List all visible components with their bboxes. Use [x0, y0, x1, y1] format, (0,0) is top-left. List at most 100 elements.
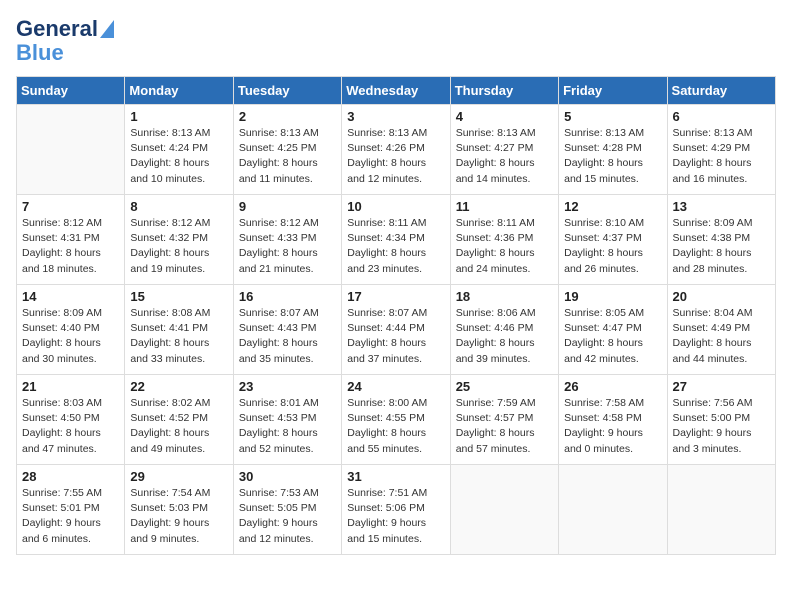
cell-text: Daylight: 8 hours: [130, 156, 227, 171]
cell-text: Daylight: 8 hours: [456, 246, 553, 261]
day-number: 31: [347, 469, 444, 484]
cell-text: Daylight: 9 hours: [347, 516, 444, 531]
cell-text: and 12 minutes.: [347, 172, 444, 187]
cell-text: Daylight: 9 hours: [130, 516, 227, 531]
cell-text: Daylight: 8 hours: [564, 246, 661, 261]
col-header-friday: Friday: [559, 77, 667, 105]
cell-text: Daylight: 8 hours: [239, 336, 336, 351]
cell-text: and 11 minutes.: [239, 172, 336, 187]
calendar-cell: 13Sunrise: 8:09 AMSunset: 4:38 PMDayligh…: [667, 195, 775, 285]
cell-text: and 44 minutes.: [673, 352, 770, 367]
cell-text: and 18 minutes.: [22, 262, 119, 277]
calendar-cell: 26Sunrise: 7:58 AMSunset: 4:58 PMDayligh…: [559, 375, 667, 465]
cell-text: Sunset: 4:34 PM: [347, 231, 444, 246]
cell-text: Sunrise: 8:12 AM: [130, 216, 227, 231]
cell-text: and 49 minutes.: [130, 442, 227, 457]
cell-text: Sunrise: 7:59 AM: [456, 396, 553, 411]
cell-text: and 23 minutes.: [347, 262, 444, 277]
cell-text: and 57 minutes.: [456, 442, 553, 457]
cell-text: and 15 minutes.: [347, 532, 444, 547]
cell-text: Sunset: 4:57 PM: [456, 411, 553, 426]
day-number: 23: [239, 379, 336, 394]
day-number: 13: [673, 199, 770, 214]
calendar-cell: 2Sunrise: 8:13 AMSunset: 4:25 PMDaylight…: [233, 105, 341, 195]
cell-text: Sunset: 4:36 PM: [456, 231, 553, 246]
cell-text: Sunset: 4:28 PM: [564, 141, 661, 156]
cell-text: Daylight: 8 hours: [347, 336, 444, 351]
header-row: SundayMondayTuesdayWednesdayThursdayFrid…: [17, 77, 776, 105]
calendar-cell: 22Sunrise: 8:02 AMSunset: 4:52 PMDayligh…: [125, 375, 233, 465]
cell-text: and 3 minutes.: [673, 442, 770, 457]
page-header: General Blue: [16, 16, 776, 64]
day-number: 4: [456, 109, 553, 124]
cell-text: Sunset: 4:50 PM: [22, 411, 119, 426]
cell-text: Sunrise: 8:02 AM: [130, 396, 227, 411]
cell-text: and 0 minutes.: [564, 442, 661, 457]
cell-text: Daylight: 9 hours: [673, 426, 770, 441]
cell-text: Sunset: 4:26 PM: [347, 141, 444, 156]
cell-text: Sunrise: 8:09 AM: [22, 306, 119, 321]
calendar-cell: 20Sunrise: 8:04 AMSunset: 4:49 PMDayligh…: [667, 285, 775, 375]
cell-text: and 42 minutes.: [564, 352, 661, 367]
cell-text: Sunset: 4:55 PM: [347, 411, 444, 426]
cell-text: Sunset: 4:24 PM: [130, 141, 227, 156]
cell-text: Daylight: 8 hours: [456, 156, 553, 171]
calendar-cell: 16Sunrise: 8:07 AMSunset: 4:43 PMDayligh…: [233, 285, 341, 375]
cell-text: Daylight: 8 hours: [130, 336, 227, 351]
day-number: 6: [673, 109, 770, 124]
cell-text: and 26 minutes.: [564, 262, 661, 277]
calendar-cell: 3Sunrise: 8:13 AMSunset: 4:26 PMDaylight…: [342, 105, 450, 195]
day-number: 30: [239, 469, 336, 484]
cell-text: Sunrise: 8:06 AM: [456, 306, 553, 321]
cell-text: Sunrise: 8:12 AM: [22, 216, 119, 231]
day-number: 28: [22, 469, 119, 484]
cell-text: Daylight: 9 hours: [239, 516, 336, 531]
cell-text: and 6 minutes.: [22, 532, 119, 547]
day-number: 16: [239, 289, 336, 304]
calendar-cell: 19Sunrise: 8:05 AMSunset: 4:47 PMDayligh…: [559, 285, 667, 375]
calendar-cell: 7Sunrise: 8:12 AMSunset: 4:31 PMDaylight…: [17, 195, 125, 285]
week-row-2: 7Sunrise: 8:12 AMSunset: 4:31 PMDaylight…: [17, 195, 776, 285]
day-number: 24: [347, 379, 444, 394]
cell-text: Sunrise: 7:58 AM: [564, 396, 661, 411]
cell-text: Daylight: 8 hours: [564, 336, 661, 351]
cell-text: and 35 minutes.: [239, 352, 336, 367]
cell-text: and 15 minutes.: [564, 172, 661, 187]
cell-text: Daylight: 8 hours: [673, 336, 770, 351]
day-number: 27: [673, 379, 770, 394]
cell-text: Sunrise: 8:13 AM: [564, 126, 661, 141]
cell-text: Sunset: 5:05 PM: [239, 501, 336, 516]
calendar-cell: [667, 465, 775, 555]
calendar-cell: [17, 105, 125, 195]
cell-text: Sunset: 5:00 PM: [673, 411, 770, 426]
cell-text: Daylight: 8 hours: [130, 426, 227, 441]
cell-text: and 14 minutes.: [456, 172, 553, 187]
cell-text: Sunrise: 8:08 AM: [130, 306, 227, 321]
cell-text: and 39 minutes.: [456, 352, 553, 367]
cell-text: Sunrise: 8:12 AM: [239, 216, 336, 231]
day-number: 10: [347, 199, 444, 214]
day-number: 18: [456, 289, 553, 304]
day-number: 7: [22, 199, 119, 214]
calendar-cell: 5Sunrise: 8:13 AMSunset: 4:28 PMDaylight…: [559, 105, 667, 195]
calendar-cell: 6Sunrise: 8:13 AMSunset: 4:29 PMDaylight…: [667, 105, 775, 195]
cell-text: Daylight: 8 hours: [22, 336, 119, 351]
cell-text: Sunrise: 8:01 AM: [239, 396, 336, 411]
cell-text: and 19 minutes.: [130, 262, 227, 277]
day-number: 17: [347, 289, 444, 304]
cell-text: Sunset: 4:33 PM: [239, 231, 336, 246]
cell-text: and 28 minutes.: [673, 262, 770, 277]
cell-text: Daylight: 8 hours: [22, 426, 119, 441]
calendar-cell: 9Sunrise: 8:12 AMSunset: 4:33 PMDaylight…: [233, 195, 341, 285]
cell-text: Sunset: 4:37 PM: [564, 231, 661, 246]
calendar-cell: 4Sunrise: 8:13 AMSunset: 4:27 PMDaylight…: [450, 105, 558, 195]
cell-text: Daylight: 8 hours: [239, 246, 336, 261]
cell-text: Sunrise: 8:11 AM: [456, 216, 553, 231]
cell-text: Sunset: 4:53 PM: [239, 411, 336, 426]
cell-text: and 12 minutes.: [239, 532, 336, 547]
cell-text: Sunrise: 8:04 AM: [673, 306, 770, 321]
cell-text: Sunset: 4:32 PM: [130, 231, 227, 246]
cell-text: Daylight: 8 hours: [456, 426, 553, 441]
day-number: 26: [564, 379, 661, 394]
col-header-sunday: Sunday: [17, 77, 125, 105]
